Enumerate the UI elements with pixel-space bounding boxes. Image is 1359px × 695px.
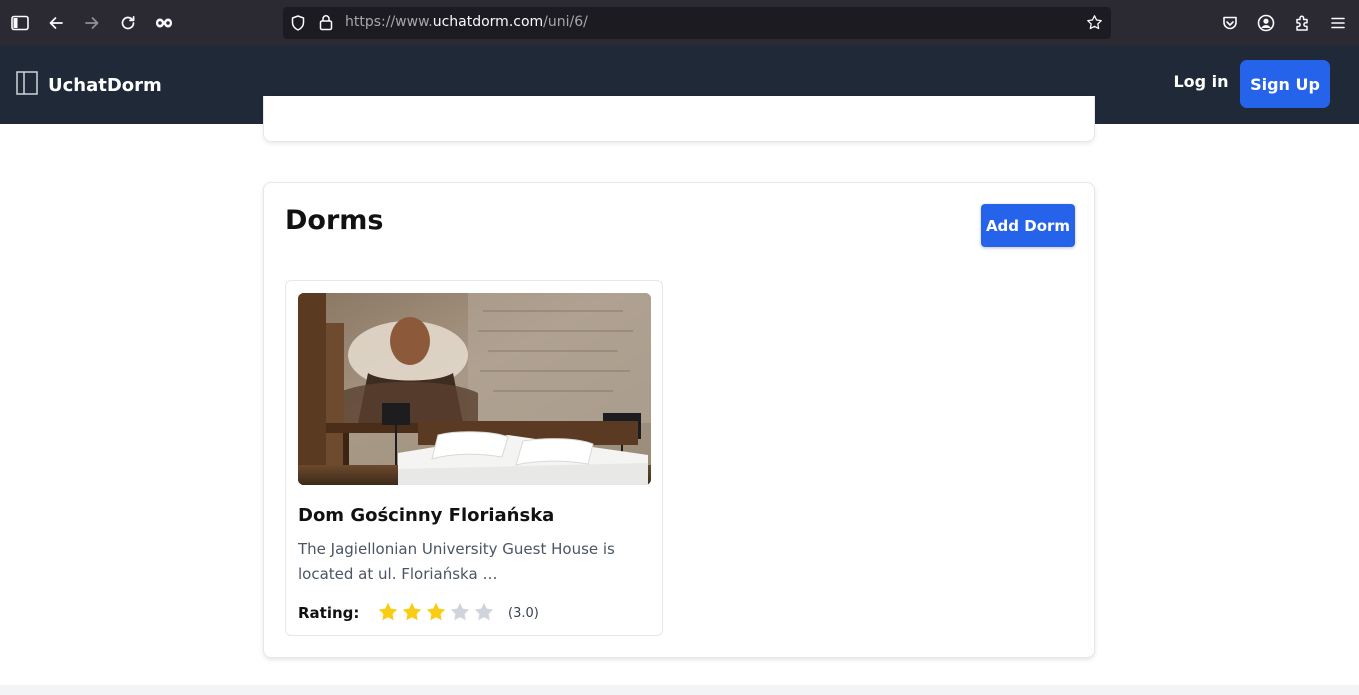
pocket-icon[interactable]	[1216, 9, 1244, 37]
dorm-card[interactable]: Dom Gościnny Floriańska The Jagiellonian…	[285, 280, 663, 636]
dorm-name[interactable]: Dom Gościnny Floriańska	[298, 505, 554, 526]
forward-icon[interactable]	[78, 9, 106, 37]
brand-name: UchatDorm	[48, 74, 162, 96]
url-text[interactable]: https://www.uchatdorm.com/uni/6/	[345, 14, 588, 30]
dorms-section: Dorms Add Dorm Dom Gościnny Floriańska T…	[263, 182, 1095, 658]
url-prefix: https://www.	[345, 14, 433, 30]
sidebar-toggle-icon[interactable]	[6, 9, 34, 37]
brand-link[interactable]: UchatDorm	[16, 71, 162, 99]
star-empty-icon	[450, 602, 470, 621]
bookmark-star-icon[interactable]	[1086, 14, 1103, 35]
rating-stars	[376, 600, 496, 624]
login-link[interactable]: Log in	[1170, 72, 1232, 91]
menu-icon[interactable]	[1324, 9, 1352, 37]
reload-icon[interactable]	[114, 9, 142, 37]
previous-section-card	[263, 96, 1095, 142]
rating-label: Rating:	[298, 604, 360, 622]
address-bar[interactable]: https://www.uchatdorm.com/uni/6/	[283, 7, 1111, 39]
lock-icon[interactable]	[319, 14, 333, 35]
shield-icon[interactable]	[291, 15, 305, 35]
dorm-description: The Jagiellonian University Guest House …	[298, 540, 615, 583]
signup-button[interactable]: Sign Up	[1240, 60, 1330, 108]
star-filled-icon	[426, 602, 446, 621]
browser-toolbar: https://www.uchatdorm.com/uni/6/	[0, 0, 1359, 45]
section-title: Dorms	[285, 205, 384, 236]
star-empty-icon	[474, 602, 494, 621]
star-filled-icon	[402, 602, 422, 621]
dorm-photo[interactable]	[298, 293, 651, 485]
back-icon[interactable]	[42, 9, 70, 37]
add-dorm-button[interactable]: Add Dorm	[981, 204, 1075, 247]
extensions-icon[interactable]	[1288, 9, 1316, 37]
rating-value: (3.0)	[508, 606, 539, 621]
footer-edge	[0, 685, 1359, 695]
url-path: /uni/6/	[543, 14, 588, 30]
account-icon[interactable]	[1252, 9, 1280, 37]
star-filled-icon	[378, 602, 398, 621]
door-icon	[16, 71, 38, 99]
url-host: uchatdorm.com	[432, 14, 544, 30]
private-browsing-icon[interactable]	[150, 9, 178, 37]
